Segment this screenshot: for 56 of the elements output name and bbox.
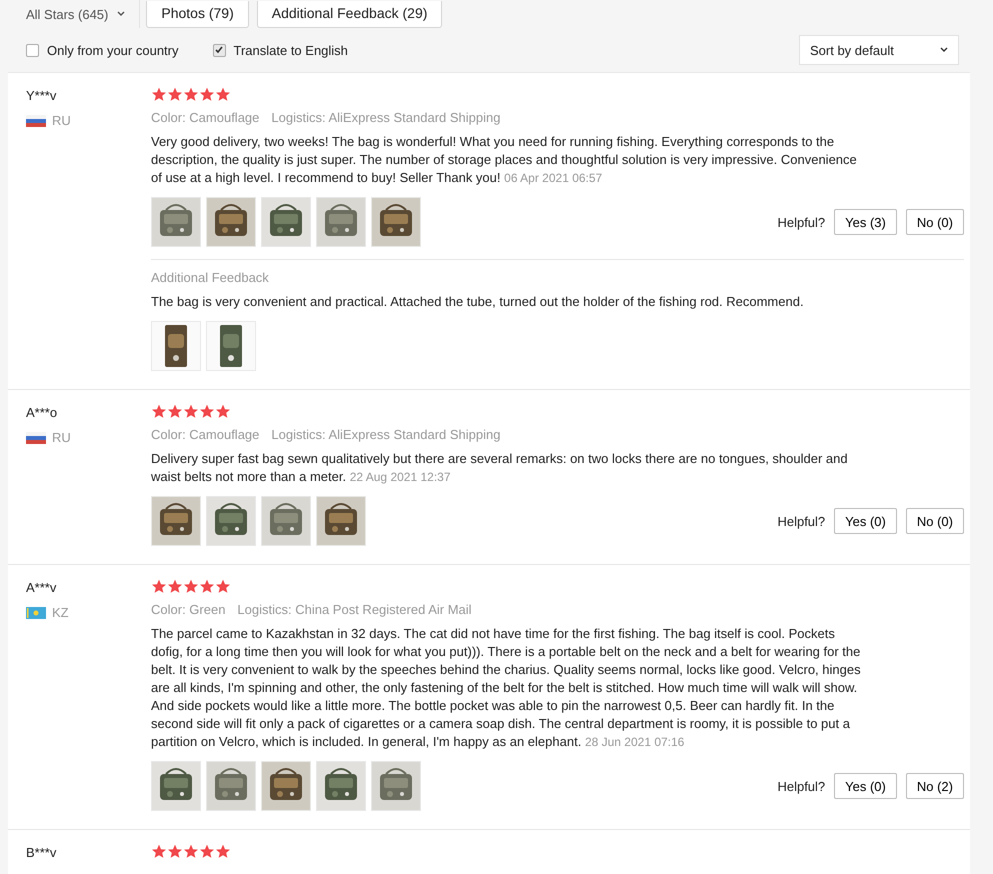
helpful-label: Helpful? (777, 214, 826, 230)
logistics-info: Logistics: AliExpress Standard Shipping (271, 427, 500, 442)
photo-thumbnail[interactable] (316, 197, 366, 247)
no-button[interactable]: No (2) (906, 773, 964, 799)
no-button[interactable]: No (0) (906, 209, 964, 235)
photo-thumbnail[interactable] (371, 197, 421, 247)
product-color: Color: Camouflage (151, 427, 260, 442)
caret-icon (940, 47, 948, 53)
no-button[interactable]: No (0) (906, 508, 964, 534)
country-code: KZ (52, 605, 69, 620)
caret-icon (117, 11, 126, 17)
filter-tab[interactable]: Additional Feedback (29) (256, 0, 442, 28)
photo-thumbnail[interactable] (151, 496, 201, 546)
photo-thumbnail[interactable] (151, 321, 201, 371)
photo-thumbnail[interactable] (206, 761, 256, 811)
flag-icon (26, 114, 46, 126)
checkbox-label: Translate to English (234, 42, 348, 58)
review-text: Delivery super fast bag sewn qualitatively but there are several remarks: on two locks there are no tongues, shoulder and waist belts not more than a meter. 22 Aug 2021 12:37 (151, 450, 849, 486)
photo-thumbnail[interactable] (371, 761, 421, 811)
yes-button[interactable]: Yes (0) (834, 508, 897, 534)
photo-thumbnail[interactable] (316, 496, 366, 546)
product-color: Color: Camouflage (151, 110, 260, 125)
review-text: Very good delivery, two weeks! The bag is wonderful! What you need for running fishing. Everything corresponds to the description, the quality is just super. The number of storage places and thoughtful solution is very impressive. Convenience of use at a high level. I recommend to buy! Seller Thank you! 06 Apr 2021 06:57 (151, 133, 858, 187)
photo-thumbnail[interactable] (316, 761, 366, 811)
photo-thumbnail[interactable] (206, 496, 256, 546)
helpful-label: Helpful? (777, 778, 826, 794)
flag-icon (26, 432, 46, 444)
sort-dropdown[interactable]: Sort by default (799, 35, 959, 65)
product-color: Color: Green (151, 602, 226, 617)
country-code: RU (52, 113, 71, 128)
additional-feedback-title: Additional Feedback (151, 270, 270, 285)
checkbox-label: Only from your country (47, 42, 178, 58)
flag-icon (26, 606, 46, 618)
helpful-label: Helpful? (777, 514, 826, 528)
yes-button[interactable]: Yes (3) (834, 209, 897, 235)
photo-thumbnail[interactable] (151, 197, 201, 247)
photo-thumbnail[interactable] (151, 761, 201, 811)
checkbox[interactable] (26, 44, 39, 56)
country-code: RU (52, 430, 71, 445)
logistics-info: Logistics: AliExpress Standard Shipping (271, 110, 500, 125)
photo-thumbnail[interactable] (261, 496, 311, 546)
additional-feedback-text: The bag is very convenient and practical. Attached the tube, turned out the holder of the fishing rod. Recommend. (151, 293, 805, 311)
checkbox[interactable] (212, 44, 226, 56)
user-name: B***v (26, 845, 58, 860)
stars-dropdown[interactable]: All Stars (645) (26, 0, 140, 28)
logistics-info: Logistics: China Post Registered Air Mail (237, 602, 472, 617)
user-name: Y***v (26, 88, 58, 103)
user-name: A***v (26, 580, 58, 595)
photo-thumbnail[interactable] (261, 197, 311, 247)
filter-tab[interactable]: Photos (79) (146, 0, 249, 28)
photo-thumbnail[interactable] (206, 321, 256, 371)
photo-thumbnail[interactable] (206, 197, 256, 247)
review-text: The parcel came to Kazakhstan in 32 days. The cat did not have time for the first fishing. The bag itself is cool. Pockets dofig, for a long time then you will look for what you put))). There is a portable belt on the neck and a belt for wearing for the belt. It is very convenient to walk by the speeches behind the charius. Quality seems normal, locks like good. Velcro, hinges are all kinds, I'm spinning and other, the only fastening of the belt for the belt is stitched. How much time will walk will show. And side pockets would like a little more. The bottle pocket was able to pin the narrowest 0,5. Beer can hardly fit. In the second side will fit only a pack of cigarettes or a camera soap dish. The central department is roomy, it is possible to put a partition on Velcro, which is included. In general, I'm happy as an elephant. 28 Jun 2021 07:16 (151, 625, 862, 751)
user-name: A***o (26, 405, 58, 420)
photo-thumbnail[interactable] (261, 761, 311, 811)
yes-button[interactable]: Yes (0) (834, 773, 897, 799)
